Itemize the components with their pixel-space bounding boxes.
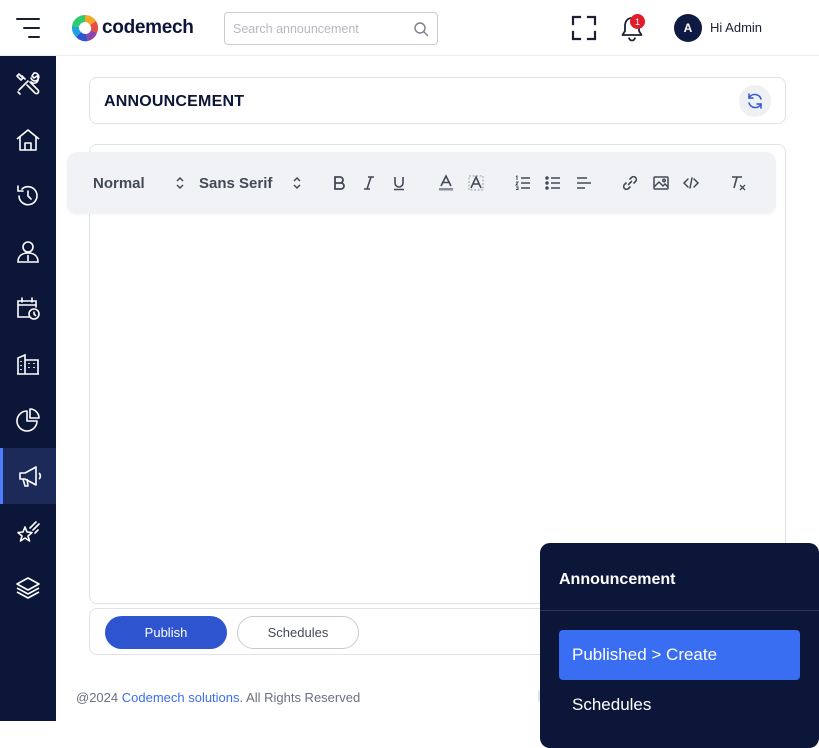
- sidebar-item-history[interactable]: [0, 168, 56, 224]
- italic-button[interactable]: [358, 172, 380, 194]
- code-icon: [682, 177, 700, 189]
- sidebar-item-rewards[interactable]: [0, 504, 56, 560]
- star-icon: [17, 521, 40, 542]
- top-bar: codemech 1 A Hi Admin: [0, 0, 819, 56]
- popover-item-schedules[interactable]: Schedules: [559, 680, 800, 730]
- notification-badge: 1: [630, 14, 645, 29]
- clear-format-button[interactable]: [727, 172, 749, 194]
- text-color-icon: [439, 174, 453, 191]
- layers-icon: [16, 577, 40, 599]
- publish-button[interactable]: Publish: [105, 616, 227, 649]
- sidebar-item-reports[interactable]: [0, 392, 56, 448]
- image-icon: [653, 176, 669, 190]
- refresh-button[interactable]: [739, 85, 771, 117]
- bullet-list-button[interactable]: [542, 172, 564, 194]
- background-color-icon: [468, 175, 484, 191]
- text-color-button[interactable]: [435, 172, 457, 194]
- codemech-logo-icon: [71, 14, 99, 42]
- sidebar-item-users[interactable]: [0, 224, 56, 280]
- sidebar-item-layers[interactable]: [0, 560, 56, 616]
- editor-toolbar: Normal Sans Serif: [67, 152, 776, 214]
- sidebar-item-home[interactable]: [0, 112, 56, 168]
- bold-button[interactable]: [328, 172, 350, 194]
- sidebar-item-tools[interactable]: [0, 56, 56, 112]
- sidebar-item-schedule[interactable]: [0, 280, 56, 336]
- user-greeting[interactable]: Hi Admin: [710, 20, 762, 35]
- menu-icon[interactable]: [16, 18, 40, 38]
- schedules-button[interactable]: Schedules: [237, 616, 359, 649]
- underline-button[interactable]: [388, 172, 410, 194]
- italic-icon: [364, 176, 374, 190]
- clear-format-icon: [732, 176, 746, 191]
- calendar-clock-icon: [17, 297, 40, 320]
- ordered-list-button[interactable]: [512, 172, 534, 194]
- format-select-caret-icon[interactable]: [176, 176, 184, 190]
- announcement-popover: Announcement Published > Create Schedule…: [540, 543, 819, 748]
- footer-copyright: @2024: [76, 690, 122, 705]
- avatar[interactable]: A: [674, 14, 702, 42]
- page-title: ANNOUNCEMENT: [104, 93, 245, 110]
- bold-icon: [334, 176, 345, 190]
- sidebar: [0, 56, 56, 721]
- sidebar-item-buildings[interactable]: [0, 336, 56, 392]
- image-button[interactable]: [650, 172, 672, 194]
- building-icon: [17, 353, 39, 375]
- pie-chart-icon: [16, 408, 40, 432]
- font-select-caret-icon[interactable]: [293, 176, 301, 190]
- megaphone-icon: [18, 466, 41, 487]
- link-icon: [622, 175, 638, 191]
- footer-company-link[interactable]: Codemech solutions: [122, 690, 240, 705]
- sidebar-item-announcement[interactable]: [0, 448, 56, 504]
- popover-item-published-create[interactable]: Published > Create: [559, 630, 800, 680]
- underline-icon: [394, 177, 404, 191]
- history-icon: [17, 185, 38, 206]
- footer: @2024 Codemech solutions. All Rights Res…: [76, 690, 360, 705]
- fullscreen-icon[interactable]: [571, 15, 597, 41]
- align-left-icon: [577, 177, 591, 189]
- font-select[interactable]: Sans Serif: [199, 175, 272, 192]
- search-icon[interactable]: [413, 21, 429, 37]
- code-button[interactable]: [680, 172, 702, 194]
- footer-rights: . All Rights Reserved: [239, 690, 361, 705]
- home-icon: [16, 129, 40, 151]
- page-header-card: ANNOUNCEMENT: [89, 77, 786, 124]
- search-input[interactable]: [233, 21, 403, 36]
- search-box[interactable]: [224, 12, 438, 45]
- tools-icon: [16, 72, 40, 95]
- popover-divider: [540, 610, 819, 611]
- brand-name: codemech: [102, 17, 194, 38]
- brand-logo[interactable]: codemech: [70, 12, 194, 44]
- refresh-icon: [748, 93, 762, 109]
- format-select[interactable]: Normal: [93, 175, 145, 192]
- bullet-list-icon: [545, 176, 560, 190]
- link-button[interactable]: [619, 172, 641, 194]
- align-button[interactable]: [573, 172, 595, 194]
- user-icon: [17, 241, 39, 263]
- background-color-button[interactable]: [465, 172, 487, 194]
- ordered-list-icon: [515, 175, 530, 190]
- popover-title: Announcement: [559, 571, 676, 588]
